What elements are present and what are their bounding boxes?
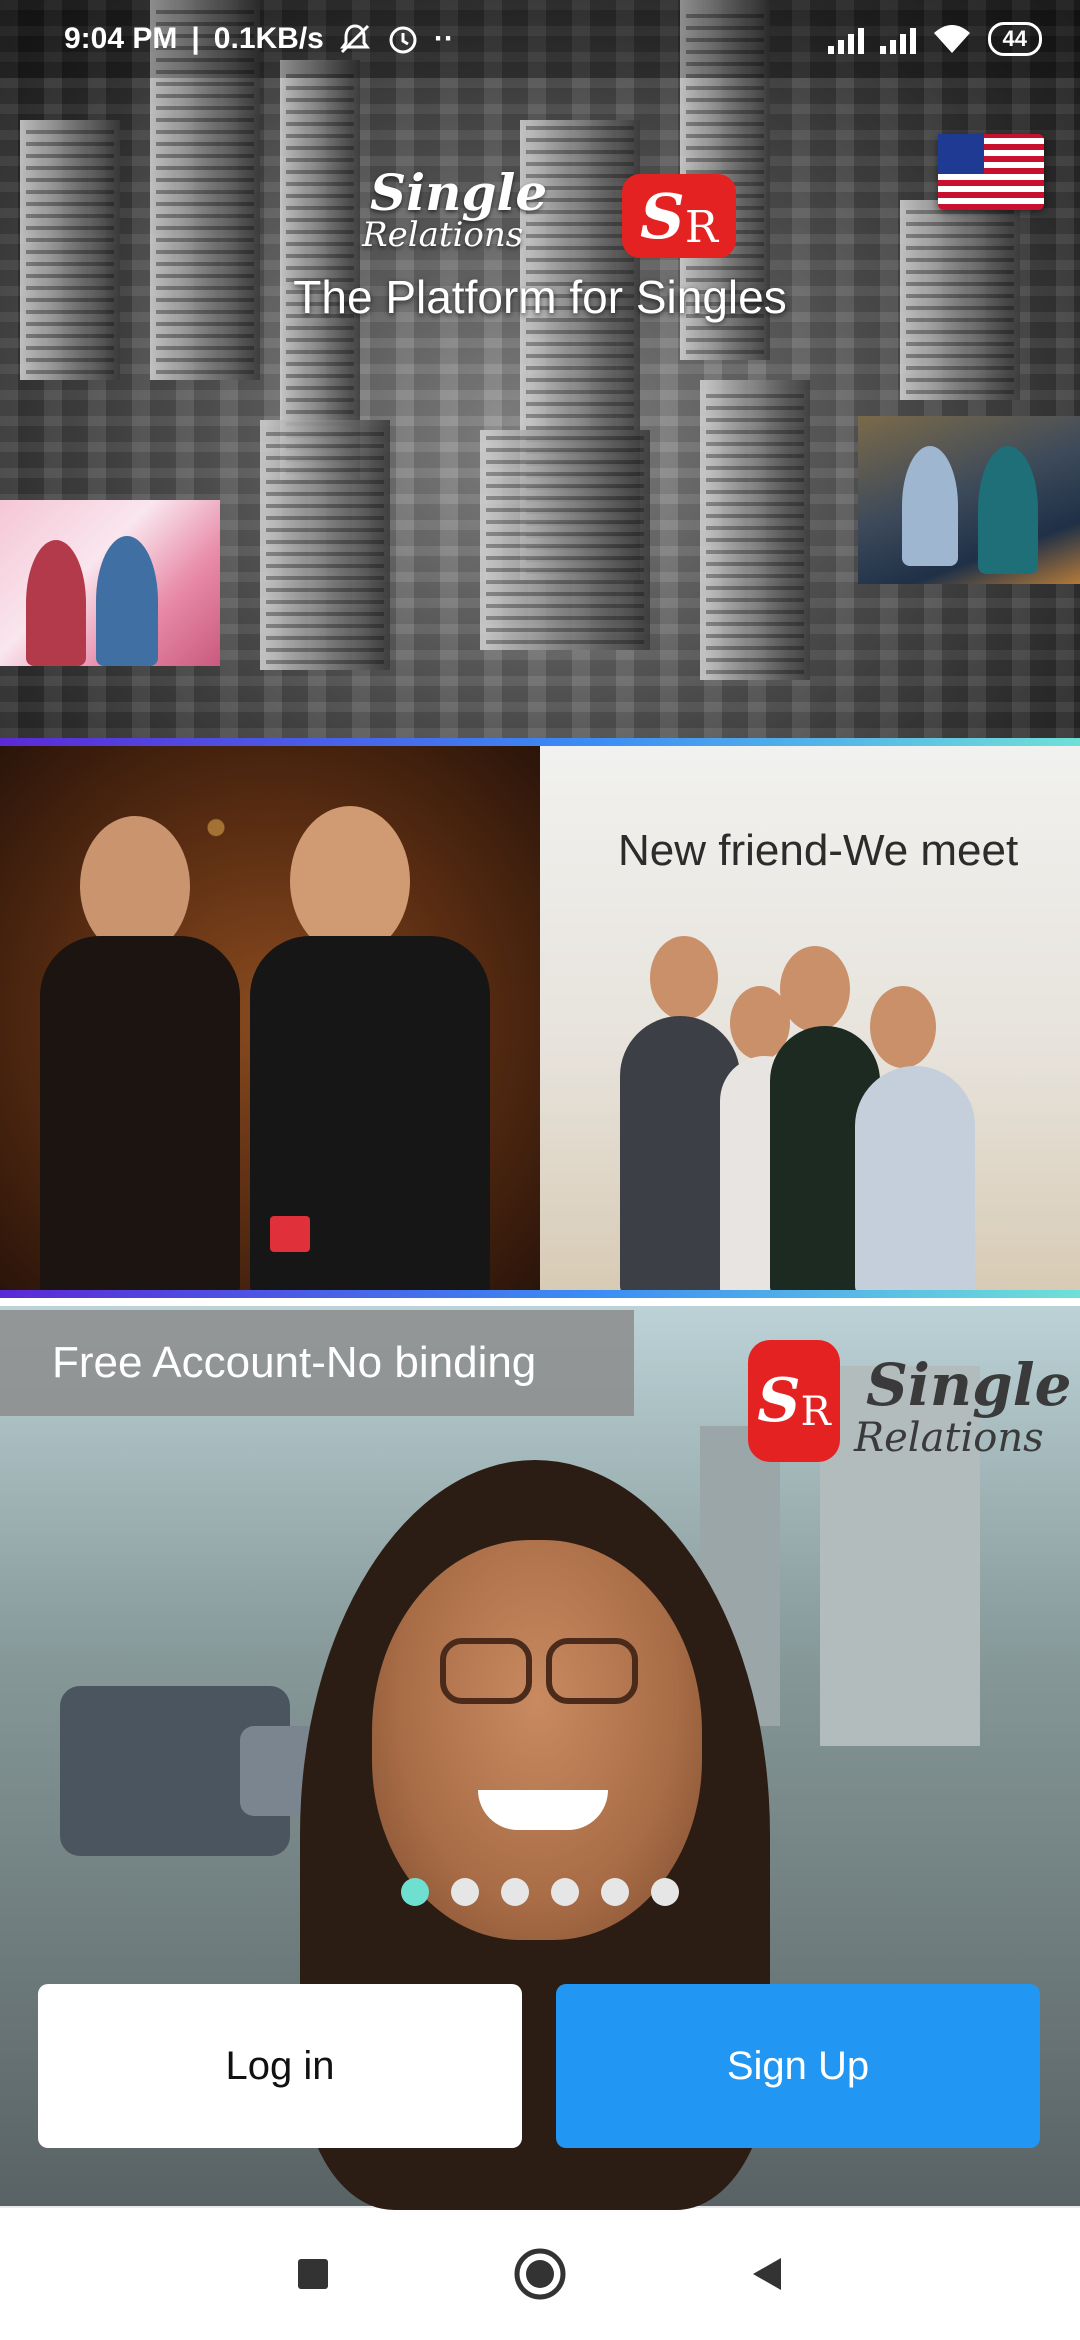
brand-logo-top: Single Relations <box>362 163 548 253</box>
logo-r: R <box>684 201 718 253</box>
carousel-indicator <box>0 1878 1080 1906</box>
free-account-banner: Free Account-No binding <box>0 1310 634 1416</box>
brand-word: Single <box>370 163 548 222</box>
logo-s: S <box>757 1366 801 1436</box>
person-head <box>780 946 850 1032</box>
divider-gradient <box>0 1290 1080 1298</box>
battery-icon: 44 <box>987 22 1042 56</box>
person-figure <box>855 1066 975 1290</box>
carousel-dot[interactable] <box>651 1878 679 1906</box>
status-net-speed: 0.1KB/s <box>213 22 324 55</box>
building <box>700 380 810 680</box>
person-head <box>80 816 190 956</box>
divider-gradient <box>0 738 1080 746</box>
status-left: 9:04 PM | 0.1KB/s ·· <box>64 22 454 56</box>
signup-button[interactable]: Sign Up <box>556 1984 1040 2148</box>
brand-sub: Relations <box>362 215 524 255</box>
flag-canton <box>938 134 984 174</box>
wifi-icon <box>933 25 970 53</box>
alarm-icon <box>389 26 417 54</box>
brand-logo-bottom: Single Relations <box>854 1351 1072 1458</box>
middle-title: New friend-We meet <box>618 826 1019 875</box>
couple-photo <box>0 746 540 1290</box>
login-button[interactable]: Log in <box>38 1984 522 2148</box>
home-circle-icon[interactable] <box>500 2234 580 2314</box>
carousel-dot[interactable] <box>401 1878 429 1906</box>
carousel-dot[interactable] <box>551 1878 579 1906</box>
friends-group-photo: New friend-We meet <box>540 746 1080 1290</box>
person-figure <box>902 446 958 566</box>
glasses <box>440 1638 650 1708</box>
building <box>260 420 390 670</box>
status-bar: 9:04 PM | 0.1KB/s ·· 44 <box>0 0 1080 78</box>
person-figure <box>978 446 1038 574</box>
building <box>20 120 120 380</box>
logo-r: R <box>800 1389 831 1435</box>
carousel-dot[interactable] <box>601 1878 629 1906</box>
system-nav-bar <box>0 2206 1080 2340</box>
signal-icon <box>827 24 864 54</box>
sr-logo-bottom: S R <box>748 1340 840 1462</box>
sr-logo-top: S R <box>622 174 736 258</box>
friends-photo-left <box>0 500 220 666</box>
brand-sub: Relations <box>854 1415 1044 1461</box>
us-flag-icon[interactable] <box>938 134 1044 210</box>
status-separator: | <box>191 22 200 55</box>
carousel-dot[interactable] <box>501 1878 529 1906</box>
signal-icon <box>879 24 916 54</box>
candle <box>270 1216 310 1252</box>
brand-word: Single <box>866 1351 1072 1419</box>
person-figure <box>26 540 86 666</box>
mute-bell-icon <box>339 24 370 54</box>
recents-square-icon[interactable] <box>273 2234 353 2314</box>
status-time: 9:04 PM <box>64 22 178 55</box>
friends-photo-right <box>858 416 1080 584</box>
person-head <box>870 986 936 1068</box>
person-figure <box>40 936 240 1290</box>
tagline: The Platform for Singles <box>293 271 787 323</box>
logo-s: S <box>640 179 685 253</box>
person-head <box>650 936 718 1020</box>
smile <box>478 1790 608 1830</box>
more-notifications-icon: ·· <box>433 22 454 55</box>
status-right: 44 <box>827 22 1042 56</box>
building <box>480 430 650 650</box>
carousel-dot[interactable] <box>451 1878 479 1906</box>
person-figure <box>96 536 158 666</box>
back-triangle-icon[interactable] <box>727 2234 807 2314</box>
person-head <box>290 806 410 956</box>
